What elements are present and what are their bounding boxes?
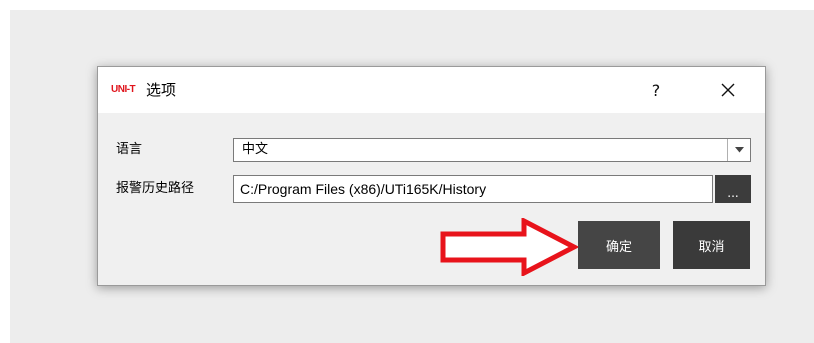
ok-button[interactable]: 确定 (578, 221, 660, 269)
help-button[interactable]: ? (638, 75, 674, 105)
dropdown-arrow[interactable] (727, 139, 750, 161)
unit-logo: UNI-T (111, 84, 136, 95)
chevron-down-icon (734, 147, 744, 153)
language-value: 中文 (242, 142, 269, 157)
dialog-titlebar: UNI-T 选项 ? (98, 67, 765, 113)
browse-button[interactable]: ... (715, 175, 751, 203)
cancel-button[interactable]: 取消 (673, 221, 750, 269)
history-path-label: 报警历史路径 (116, 181, 195, 196)
options-dialog: UNI-T 选项 ? 语言 中文 报警历史路径 ... 确定 取消 (97, 66, 766, 286)
close-button[interactable] (708, 75, 748, 105)
close-icon (721, 83, 735, 97)
language-label: 语言 (116, 142, 143, 157)
language-select[interactable]: 中文 (233, 138, 751, 162)
dialog-title: 选项 (146, 81, 177, 99)
right-arrow-icon (440, 218, 580, 276)
history-path-input[interactable] (233, 175, 713, 203)
